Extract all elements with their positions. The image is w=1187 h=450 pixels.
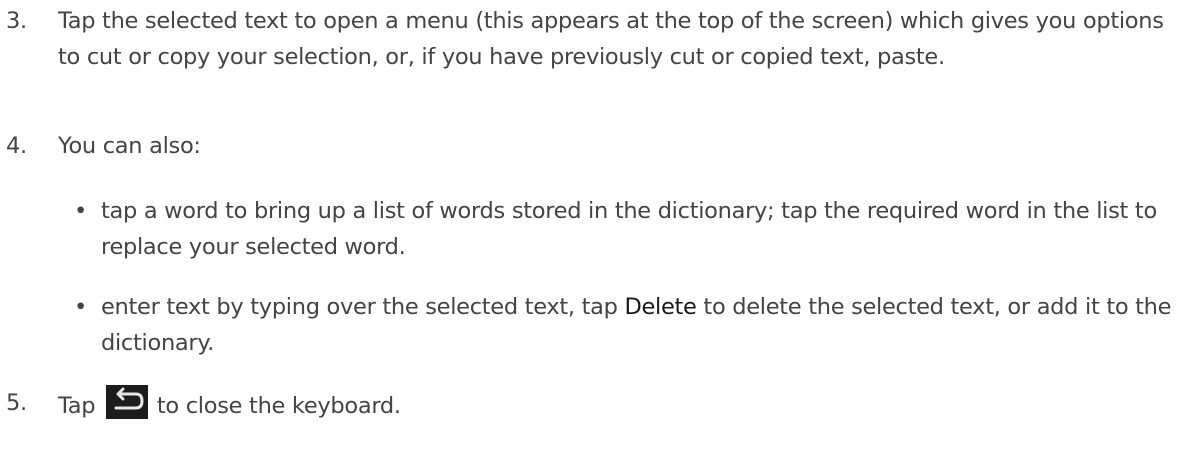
delete-keyword: Delete [624,294,697,320]
step-number: 5. [6,390,27,416]
instructions-page: 3. Tap the selected text to open a menu … [0,0,1187,450]
bullet-text-before: enter text by typing over the selected t… [101,294,625,320]
step-4: 4. You can also: [0,128,1187,164]
bullet-icon: • [74,294,87,320]
bullet-text: tap a word to bring up a list of words s… [101,198,1157,260]
step-5: 5. Tap to close the keyboard. [0,385,1187,425]
step-text: Tap the selected text to open a menu (th… [58,8,1164,70]
bullet-item-delete: • enter text by typing over the selected… [0,289,1187,361]
step-text-after: to close the keyboard. [150,393,401,419]
step-number: 3. [6,8,27,34]
step-text: Tap to close the keyboard. [58,385,1173,424]
bullet-item-dictionary: • tap a word to bring up a list of words… [0,193,1187,265]
step-text-before: Tap [58,393,103,419]
back-arrow-icon [106,385,149,419]
bullet-text: enter text by typing over the selected t… [101,289,1181,361]
step-number: 4. [6,133,27,159]
step-3: 3. Tap the selected text to open a menu … [0,3,1187,111]
bullet-icon: • [74,198,87,224]
step-text: You can also: [58,133,201,159]
